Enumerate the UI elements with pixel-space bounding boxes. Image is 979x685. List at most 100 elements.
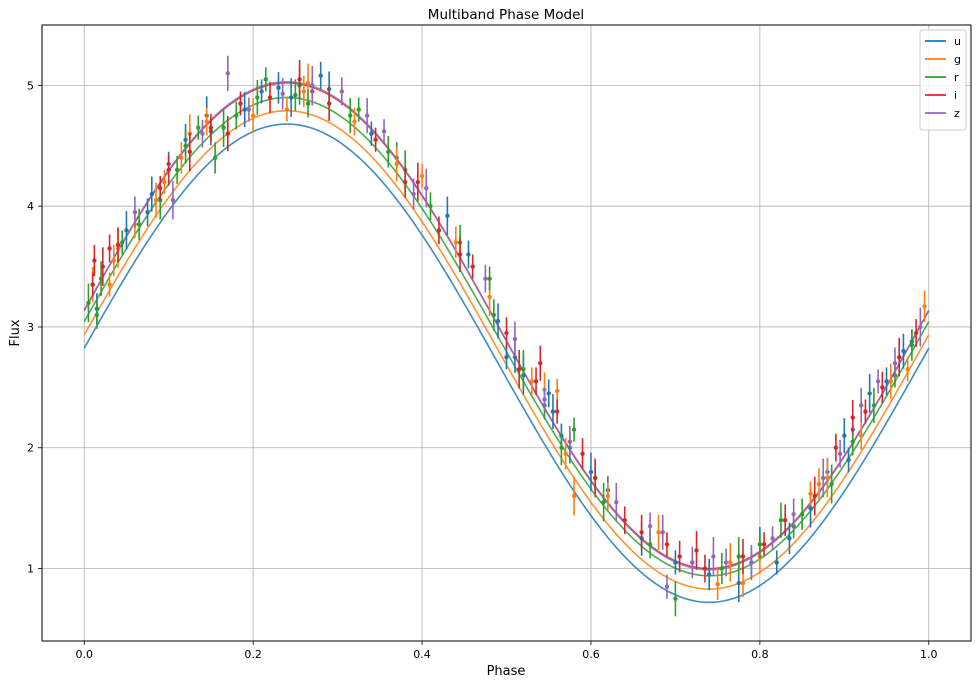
point-i: [208, 125, 214, 130]
point-z: [170, 197, 176, 203]
point-u: [774, 560, 779, 565]
point-r: [120, 240, 125, 245]
point-z: [711, 554, 716, 559]
point-r: [183, 143, 188, 148]
point-z: [875, 379, 881, 384]
point-i: [457, 252, 463, 257]
point-r: [559, 445, 564, 450]
point-r: [491, 312, 497, 318]
point-i: [622, 518, 627, 523]
point-i: [850, 415, 855, 420]
point-i: [166, 167, 171, 173]
x-tick-label: 0.6: [582, 648, 600, 661]
point-g: [529, 379, 535, 384]
point-u: [288, 95, 294, 100]
y-axis-label: Flux: [8, 319, 23, 346]
point-i: [516, 367, 522, 372]
point-i: [297, 77, 302, 82]
point-z: [246, 107, 252, 112]
point-z: [364, 113, 370, 118]
point-i: [833, 445, 839, 450]
point-g: [179, 155, 184, 161]
point-u: [787, 536, 792, 541]
point-r: [829, 481, 834, 487]
x-tick-label: 0.2: [244, 648, 262, 661]
point-r: [673, 596, 678, 601]
point-u: [466, 252, 471, 257]
point-g: [305, 80, 311, 86]
point-i: [504, 330, 509, 336]
point-r: [196, 125, 201, 130]
point-g: [859, 433, 864, 438]
point-z: [424, 185, 429, 191]
point-g: [715, 582, 720, 587]
point-g: [888, 379, 893, 384]
point-r: [386, 149, 391, 155]
point-u: [884, 379, 889, 384]
point-r: [719, 566, 725, 571]
point-i: [580, 451, 585, 456]
point-u: [124, 228, 129, 233]
point-u: [546, 391, 551, 396]
point-g: [825, 475, 830, 481]
point-g: [394, 161, 399, 167]
point-r: [487, 276, 492, 281]
point-g: [656, 530, 661, 535]
point-z: [225, 71, 230, 76]
point-g: [352, 119, 357, 124]
point-r: [234, 113, 239, 118]
point-i: [402, 179, 408, 185]
point-z: [483, 276, 488, 281]
point-z: [310, 83, 315, 88]
point-g: [554, 388, 560, 394]
x-axis-label: Phase: [487, 664, 526, 679]
point-g: [571, 493, 577, 499]
point-z: [690, 560, 695, 565]
point-i: [115, 242, 121, 248]
point-r: [305, 101, 311, 106]
point-i: [863, 409, 868, 414]
point-g: [162, 179, 167, 185]
point-g: [250, 113, 256, 118]
point-g: [284, 107, 290, 112]
point-r: [850, 439, 855, 444]
point-r: [94, 312, 100, 318]
point-i: [436, 228, 442, 233]
point-z: [770, 536, 775, 541]
point-i: [664, 542, 670, 547]
point-z: [542, 397, 547, 402]
point-g: [728, 560, 733, 565]
point-u: [445, 213, 450, 219]
point-u: [808, 505, 813, 511]
point-z: [567, 439, 573, 444]
point-g: [419, 173, 425, 179]
x-tick-label: 0.4: [413, 648, 431, 661]
point-g: [301, 89, 307, 94]
point-r: [428, 203, 433, 209]
point-i: [897, 354, 902, 360]
point-r: [909, 342, 915, 348]
point-i: [592, 475, 598, 481]
point-g: [922, 304, 927, 309]
y-tick-label: 5: [27, 79, 34, 92]
point-u: [369, 131, 374, 136]
point-g: [816, 481, 822, 487]
point-u: [242, 107, 247, 112]
y-tick-label: 4: [27, 200, 34, 213]
point-u: [495, 318, 501, 324]
point-r: [778, 518, 784, 523]
point-z: [339, 89, 345, 94]
point-i: [533, 379, 539, 384]
point-z: [837, 451, 843, 456]
point-z: [660, 530, 665, 535]
point-r: [871, 403, 877, 408]
point-i: [90, 282, 95, 287]
point-i: [694, 548, 699, 553]
point-g: [563, 451, 568, 456]
point-r: [757, 542, 763, 547]
point-z: [859, 403, 864, 408]
point-r: [263, 77, 269, 82]
point-z: [918, 324, 923, 330]
point-i: [267, 95, 273, 100]
point-r: [736, 554, 741, 559]
